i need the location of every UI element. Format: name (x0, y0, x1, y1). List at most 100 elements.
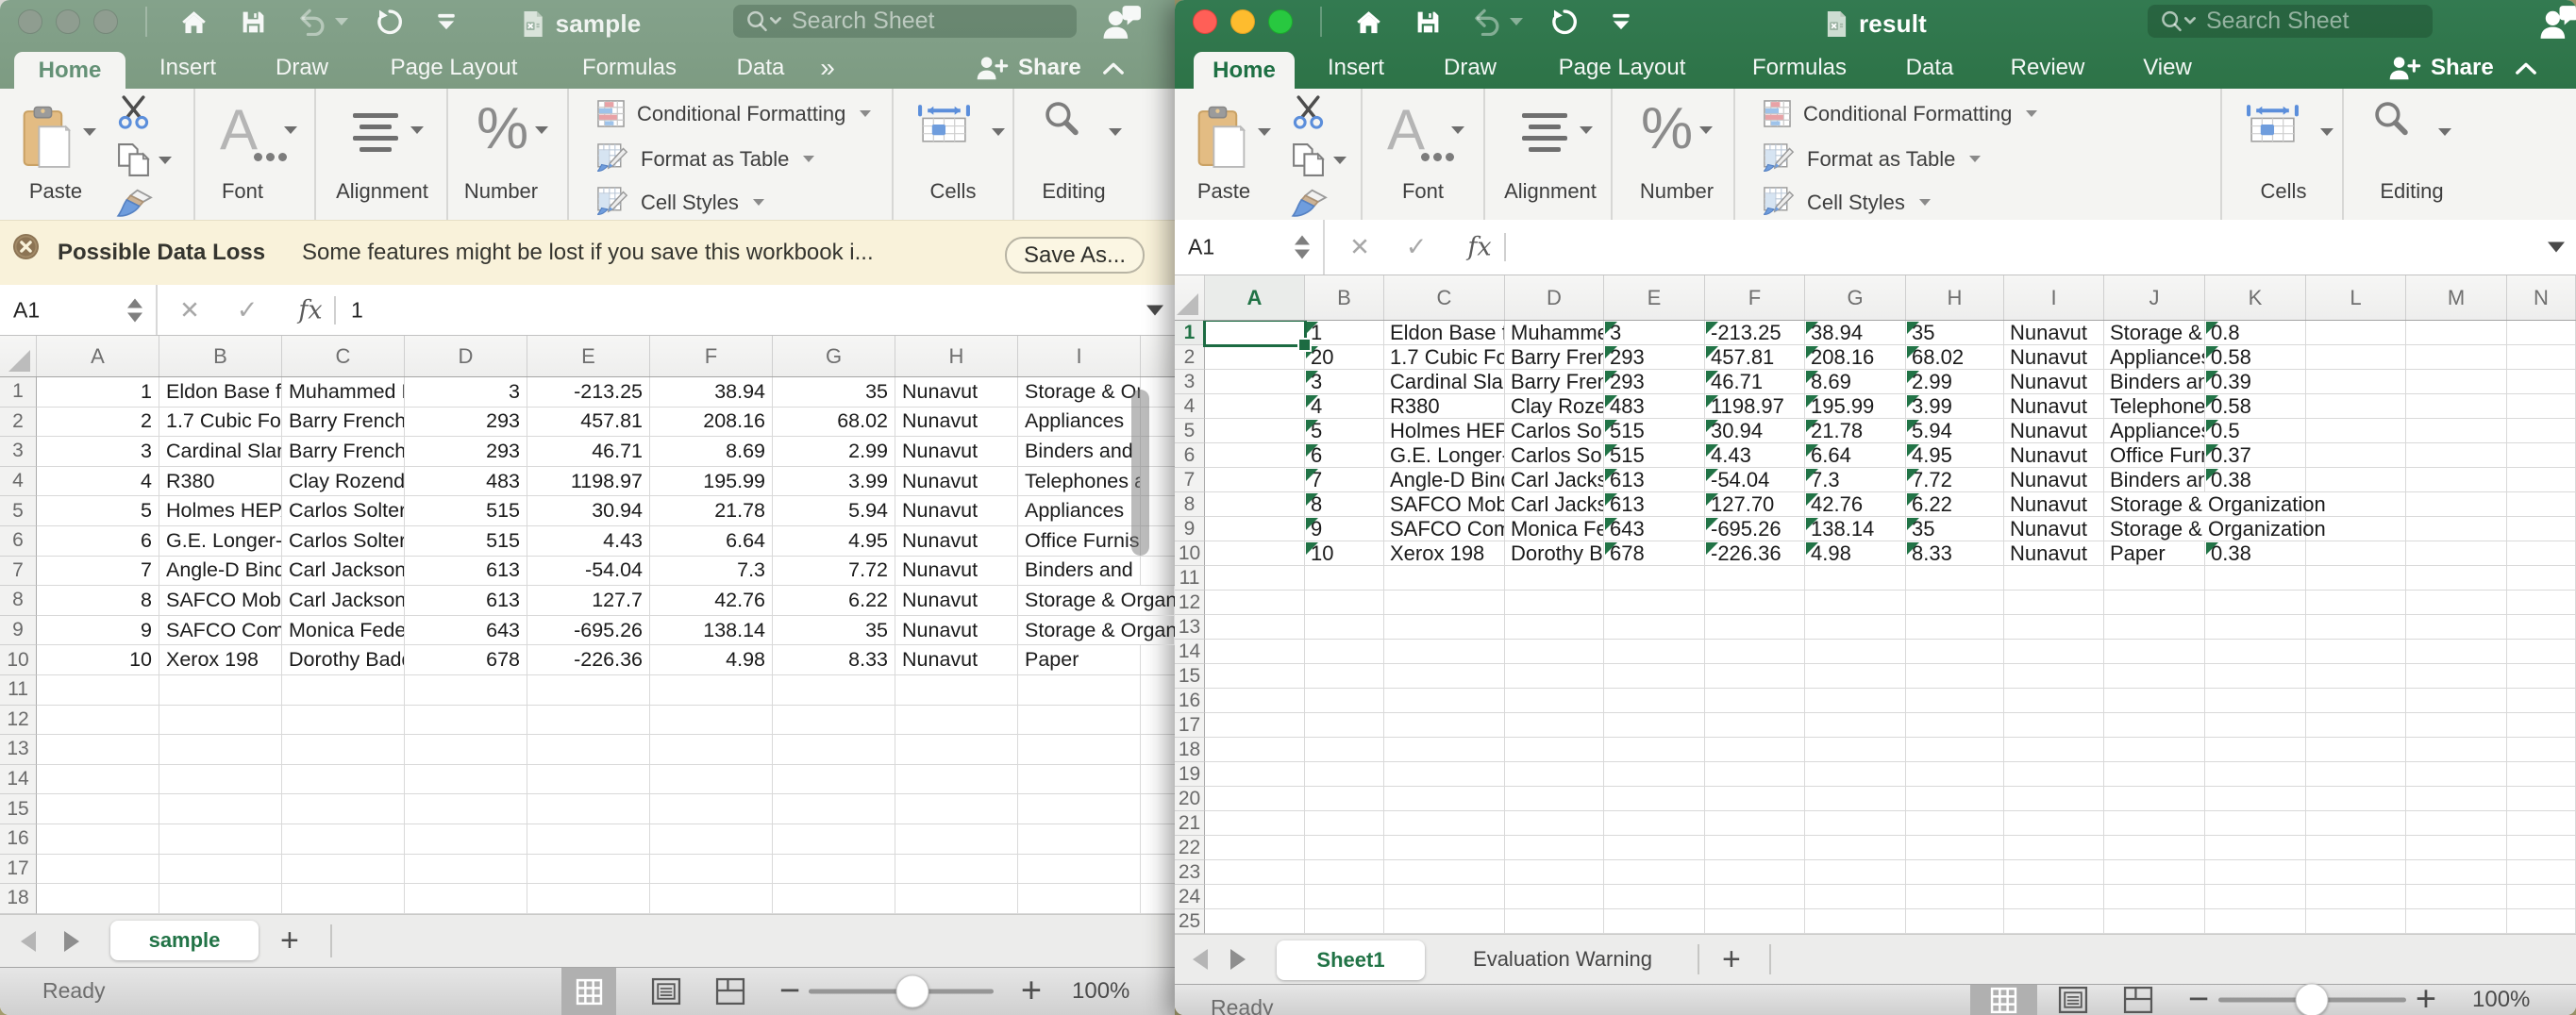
cell-E15[interactable] (1604, 664, 1705, 689)
row-header-8[interactable]: 8 (1175, 492, 1205, 517)
cell-A2[interactable]: 2 (37, 408, 159, 438)
zoom-in-button[interactable]: + (2416, 980, 2436, 1015)
cell-B10[interactable]: Xerox 198 (159, 645, 282, 675)
cell-E7[interactable]: -54.04 (527, 557, 650, 587)
cell-I12[interactable] (2004, 591, 2104, 615)
cell-B5[interactable]: Holmes HEPA Air Purifier (159, 496, 282, 526)
cell-D6[interactable]: 515 (405, 526, 527, 557)
cell-C15[interactable] (1384, 664, 1505, 689)
cell-M5[interactable] (2406, 419, 2507, 443)
cell-B6[interactable]: G.E. Longer-Life Indoor Recessed Floodli… (159, 526, 282, 557)
cell-I13[interactable] (1018, 735, 1141, 765)
cell-A3[interactable] (1205, 370, 1305, 394)
column-header-i[interactable]: I (2004, 275, 2104, 320)
cell-D15[interactable] (1505, 664, 1604, 689)
cell-C16[interactable] (282, 824, 405, 855)
cell-B19[interactable] (1305, 762, 1384, 787)
cell-L18[interactable] (2306, 738, 2406, 762)
cell-J20[interactable] (2104, 787, 2205, 811)
cell-A5[interactable]: 5 (37, 496, 159, 526)
cell-G2[interactable]: 208.16 (1805, 345, 1906, 370)
group-label-editing[interactable]: Editing (1042, 179, 1105, 204)
name-box-stepper[interactable] (1295, 236, 1310, 259)
cell-F11[interactable] (650, 675, 773, 706)
cell-J8[interactable]: Storage & Organization (2104, 492, 2306, 517)
cell-M21[interactable] (2406, 811, 2507, 836)
cell-A17[interactable] (1205, 713, 1305, 738)
cell-G6[interactable]: 6.64 (1805, 443, 1906, 468)
cell-J5[interactable]: Appliances (2104, 419, 2205, 443)
cell-H15[interactable] (895, 794, 1018, 824)
cell-G15[interactable] (773, 794, 895, 824)
cell-K22[interactable] (2205, 836, 2306, 860)
cell-G17[interactable] (1805, 713, 1906, 738)
cell-C3[interactable]: Barry French (282, 437, 405, 467)
cell-M10[interactable] (2406, 541, 2507, 566)
row-header-19[interactable]: 19 (1175, 762, 1205, 787)
cell-F13[interactable] (650, 735, 773, 765)
cell-E2[interactable]: 293 (1604, 345, 1705, 370)
editing-dropdown-icon[interactable] (2438, 128, 2451, 136)
tab-data[interactable]: Data (1906, 47, 1954, 89)
cell-E10[interactable]: 678 (1604, 541, 1705, 566)
cell-G18[interactable] (1805, 738, 1906, 762)
cell-partial[interactable] (1141, 855, 1175, 885)
cell-M22[interactable] (2406, 836, 2507, 860)
cell-partial[interactable] (1141, 706, 1175, 736)
cell-L24[interactable] (2306, 885, 2406, 909)
zoom-slider-knob[interactable] (2296, 984, 2329, 1015)
group-label-number[interactable]: Number (464, 179, 538, 204)
column-header-c[interactable]: C (1384, 275, 1505, 320)
column-header-h[interactable]: H (1906, 275, 2004, 320)
cell-B16[interactable] (159, 824, 282, 855)
contacts-icon[interactable] (2538, 4, 2576, 47)
cell-F15[interactable] (1705, 664, 1805, 689)
cell-styles-button[interactable]: Cell Styles (597, 187, 764, 218)
cell-F8[interactable]: 42.76 (650, 586, 773, 616)
cell-F5[interactable]: 30.94 (1705, 419, 1805, 443)
cell-J14[interactable] (2104, 640, 2205, 664)
cell-M25[interactable] (2406, 909, 2507, 934)
cell-A18[interactable] (37, 884, 159, 914)
sheet-nav-right-icon[interactable] (1230, 949, 1246, 970)
cell-G18[interactable] (773, 884, 895, 914)
cell-C1[interactable]: Eldon Base for stackable storage shelf, … (1384, 321, 1505, 345)
cell-I10[interactable]: Nunavut (2004, 541, 2104, 566)
formula-bar-expand-icon[interactable] (2548, 242, 2565, 253)
column-header-h[interactable]: H (895, 336, 1018, 376)
cell-H25[interactable] (1906, 909, 2004, 934)
cell-J22[interactable] (2104, 836, 2205, 860)
cell-N15[interactable] (2507, 664, 2576, 689)
column-header-m[interactable]: M (2406, 275, 2507, 320)
column-header-i[interactable]: I (1018, 336, 1141, 376)
cell-D23[interactable] (1505, 860, 1604, 885)
cell-H16[interactable] (895, 824, 1018, 855)
cell-F23[interactable] (1705, 860, 1805, 885)
cell-K16[interactable] (2205, 689, 2306, 713)
cell-styles-button[interactable]: Cell Styles (1764, 187, 1931, 218)
cell-N6[interactable] (2507, 443, 2576, 468)
cell-C11[interactable] (1384, 566, 1505, 591)
group-label-font[interactable]: Font (222, 179, 263, 204)
cell-A5[interactable] (1205, 419, 1305, 443)
cell-B5[interactable]: 5 (1305, 419, 1384, 443)
select-all-corner[interactable] (1175, 275, 1205, 320)
cell-G9[interactable]: 138.14 (1805, 517, 1906, 541)
cells-dropdown-icon[interactable] (2320, 128, 2333, 136)
cell-J6[interactable]: Office Furnishings (2104, 443, 2205, 468)
column-header-c[interactable]: C (282, 336, 405, 376)
cell-D2[interactable]: 293 (405, 408, 527, 438)
cell-I18[interactable] (2004, 738, 2104, 762)
number-dropdown-icon[interactable] (535, 126, 548, 134)
row-header-13[interactable]: 13 (1175, 615, 1205, 640)
cell-H17[interactable] (895, 855, 1018, 885)
save-as-button[interactable]: Save As... (1005, 237, 1145, 274)
cell-F1[interactable]: -213.25 (1705, 321, 1805, 345)
row-header-6[interactable]: 6 (1175, 443, 1205, 468)
undo-dropdown-icon[interactable] (332, 5, 351, 39)
cell-partial[interactable] (1141, 794, 1175, 824)
cell-E25[interactable] (1604, 909, 1705, 934)
cell-C10[interactable]: Dorothy Badders (282, 645, 405, 675)
cell-L14[interactable] (2306, 640, 2406, 664)
cell-A3[interactable]: 3 (37, 437, 159, 467)
